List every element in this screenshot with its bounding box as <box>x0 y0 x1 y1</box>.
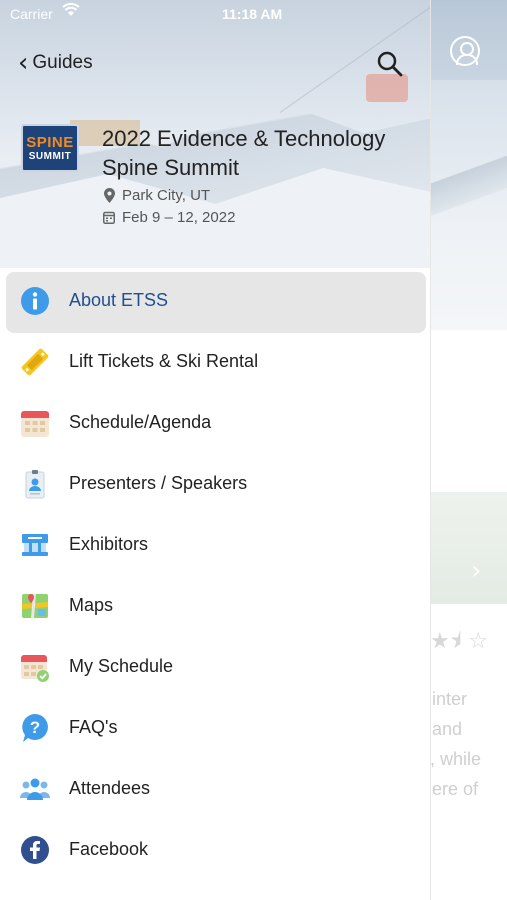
profile-icon[interactable] <box>450 36 480 66</box>
background-hero-image <box>430 80 507 330</box>
event-dates: Feb 9 – 12, 2022 <box>102 209 235 226</box>
event-title: 2022 Evidence & Technology Spine Summit <box>102 126 386 180</box>
menu-item-my-schedule[interactable]: My Schedule <box>0 636 430 697</box>
ticket-icon <box>19 346 51 378</box>
menu-item-lift-tickets[interactable]: Lift Tickets & Ski Rental <box>0 331 430 392</box>
location-pin-icon <box>102 188 116 203</box>
menu-item-label: Facebook <box>69 839 149 859</box>
back-button[interactable]: ‹ Guides <box>18 50 93 76</box>
drawer-menu: About ETSS Lift Tickets & Ski Rental Sch… <box>0 270 430 880</box>
chevron-left-icon: ‹ <box>18 48 29 78</box>
badge-icon <box>19 468 51 500</box>
menu-item-attendees[interactable]: Attendees <box>0 758 430 819</box>
question-icon: ? <box>19 712 51 744</box>
menu-item-label: Schedule/Agenda <box>69 412 212 432</box>
background-description: inter and , while ere of <box>430 689 482 799</box>
menu-item-label: Maps <box>69 595 114 615</box>
drawer-header: Carrier 11:18 AM ‹ Guides SPINE SUMMIT 2… <box>0 0 430 268</box>
side-drawer: Carrier 11:18 AM ‹ Guides SPINE SUMMIT 2… <box>0 0 431 900</box>
chevron-right-icon[interactable]: › <box>471 556 481 586</box>
search-icon[interactable] <box>376 50 404 78</box>
wifi-icon <box>62 3 80 20</box>
menu-item-facebook[interactable]: Facebook <box>0 819 430 880</box>
menu-item-label: Lift Tickets & Ski Rental <box>69 351 259 371</box>
facebook-icon <box>19 834 51 866</box>
back-label: Guides <box>32 52 93 73</box>
svg-text:?: ? <box>30 718 40 737</box>
calendar-check-icon <box>19 651 51 683</box>
status-bar: Carrier 11:18 AM <box>0 0 430 28</box>
menu-item-schedule[interactable]: Schedule/Agenda <box>0 392 430 453</box>
menu-item-about[interactable]: About ETSS <box>0 270 430 333</box>
menu-item-label: My Schedule <box>69 656 174 676</box>
people-icon <box>19 773 51 805</box>
menu-item-label: About ETSS <box>69 290 169 310</box>
menu-item-faqs[interactable]: ? FAQ's <box>0 697 430 758</box>
event-location: Park City, UT <box>102 187 210 204</box>
calendar-icon <box>19 407 51 439</box>
calendar-small-icon <box>102 211 116 224</box>
menu-item-presenters[interactable]: Presenters / Speakers <box>0 453 430 514</box>
menu-item-label: Presenters / Speakers <box>69 473 248 493</box>
menu-item-label: FAQ's <box>69 717 118 737</box>
map-icon <box>19 590 51 622</box>
carrier-label: Carrier <box>10 6 53 22</box>
event-logo: SPINE SUMMIT <box>21 124 79 172</box>
booth-icon <box>19 529 51 561</box>
menu-item-maps[interactable]: Maps <box>0 575 430 636</box>
background-carousel-card[interactable] <box>430 492 507 604</box>
status-time: 11:18 AM <box>222 6 283 22</box>
menu-item-exhibitors[interactable]: Exhibitors <box>0 514 430 575</box>
rating-stars: ★⯨ ☆ <box>430 629 489 654</box>
menu-item-label: Exhibitors <box>69 534 149 554</box>
menu-item-label: Attendees <box>69 778 151 798</box>
info-icon <box>19 285 51 317</box>
header-gondola <box>366 74 408 102</box>
